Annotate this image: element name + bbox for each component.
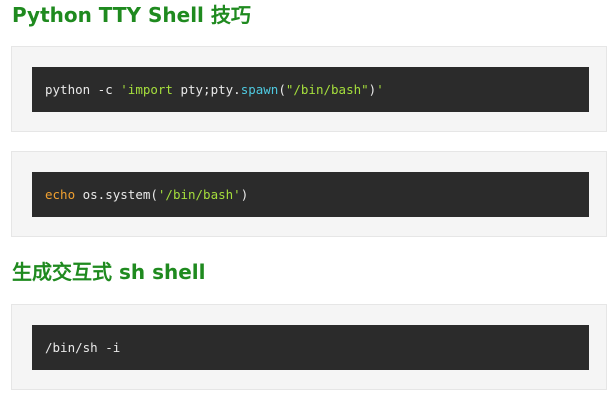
code-token-string: ' — [376, 82, 384, 97]
code-token-function: spawn — [240, 82, 279, 97]
code-panel-python-pty: python -c 'import pty;pty.spawn("/bin/ba… — [11, 46, 607, 132]
code-block-bin-sh[interactable]: /bin/sh -i — [32, 325, 589, 370]
code-token: pty;pty. — [172, 82, 241, 97]
code-token-string: 'import — [120, 82, 173, 97]
code-token: ( — [278, 82, 286, 97]
code-token: python -c — [45, 82, 121, 97]
code-token: os.system( — [75, 187, 158, 202]
code-block-python-pty[interactable]: python -c 'import pty;pty.spawn("/bin/ba… — [32, 67, 589, 112]
code-token-string: '/bin/bash' — [157, 187, 241, 202]
code-block-echo-os-system[interactable]: echo os.system('/bin/bash') — [32, 172, 589, 217]
code-token-keyword: echo — [45, 187, 76, 202]
code-token: ) — [240, 187, 249, 202]
code-panel-bin-sh: /bin/sh -i — [11, 304, 607, 390]
section-title-sh-shell: 生成交互式 sh shell — [12, 260, 206, 284]
code-token-string: "/bin/bash" — [285, 82, 369, 97]
code-panel-echo-os-system: echo os.system('/bin/bash') — [11, 151, 607, 237]
section-title-python-tty: Python TTY Shell 技巧 — [12, 3, 251, 27]
code-token: /bin/sh -i — [45, 340, 121, 355]
